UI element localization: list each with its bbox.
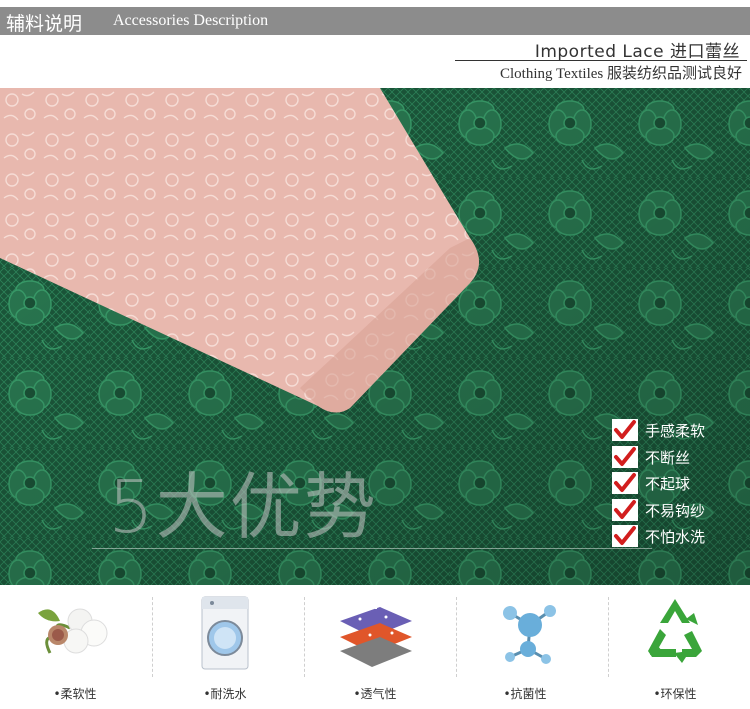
benefit-item: 不易钩纱 xyxy=(612,499,722,521)
cotton-icon xyxy=(30,593,120,673)
feature-softness: •柔软性 xyxy=(0,585,150,709)
feature-breathability: •透气性 xyxy=(300,585,450,709)
washing-machine-icon xyxy=(180,593,270,673)
feature-label: •耐洗水 xyxy=(203,687,247,701)
header-title-en: Accessories Description xyxy=(113,12,269,29)
checkmark-icon xyxy=(612,525,638,547)
feature-label: •环保性 xyxy=(653,687,697,701)
feature-strip: •柔软性 •耐洗水 •透气性 •抗菌性 •环保性 xyxy=(0,585,750,709)
benefit-item: 不怕水洗 xyxy=(612,525,722,547)
recycle-icon xyxy=(630,593,720,673)
benefit-label: 不易钩纱 xyxy=(645,502,706,520)
feature-wash-resistance: •耐洗水 xyxy=(150,585,300,709)
feature-eco-friendly: •环保性 xyxy=(600,585,750,709)
benefit-label: 手感柔软 xyxy=(645,422,706,440)
breathable-layers-icon xyxy=(330,593,420,673)
header-bar: 辅料说明 Accessories Description xyxy=(0,7,750,35)
molecule-icon xyxy=(480,593,570,673)
benefit-item: 不断丝 xyxy=(612,446,722,468)
checkmark-icon xyxy=(612,419,638,441)
feature-label: •透气性 xyxy=(353,687,397,701)
subtitle-divider xyxy=(455,60,747,61)
checkmark-icon xyxy=(612,472,638,494)
subtitle-imported-lace: Imported Lace 进口蕾丝 xyxy=(534,42,740,62)
feature-antibacterial: •抗菌性 xyxy=(450,585,600,709)
benefit-label: 不怕水洗 xyxy=(645,528,706,546)
checkmark-icon xyxy=(612,499,638,521)
checkmark-icon xyxy=(612,446,638,468)
benefit-label: 不断丝 xyxy=(645,449,691,467)
benefit-item: 手感柔软 xyxy=(612,419,722,441)
benefit-label: 不起球 xyxy=(645,475,691,493)
feature-label: •柔软性 xyxy=(53,687,97,701)
header-title-cn: 辅料说明 xyxy=(6,13,83,35)
subtitle-clothing-textiles: Clothing Textiles 服装纺织品测试良好 xyxy=(499,66,742,82)
five-advantages-slogan: 5大优势 xyxy=(108,465,378,549)
feature-label: •抗菌性 xyxy=(503,687,547,701)
benefit-item: 不起球 xyxy=(612,472,722,494)
slogan-underline xyxy=(92,548,652,549)
